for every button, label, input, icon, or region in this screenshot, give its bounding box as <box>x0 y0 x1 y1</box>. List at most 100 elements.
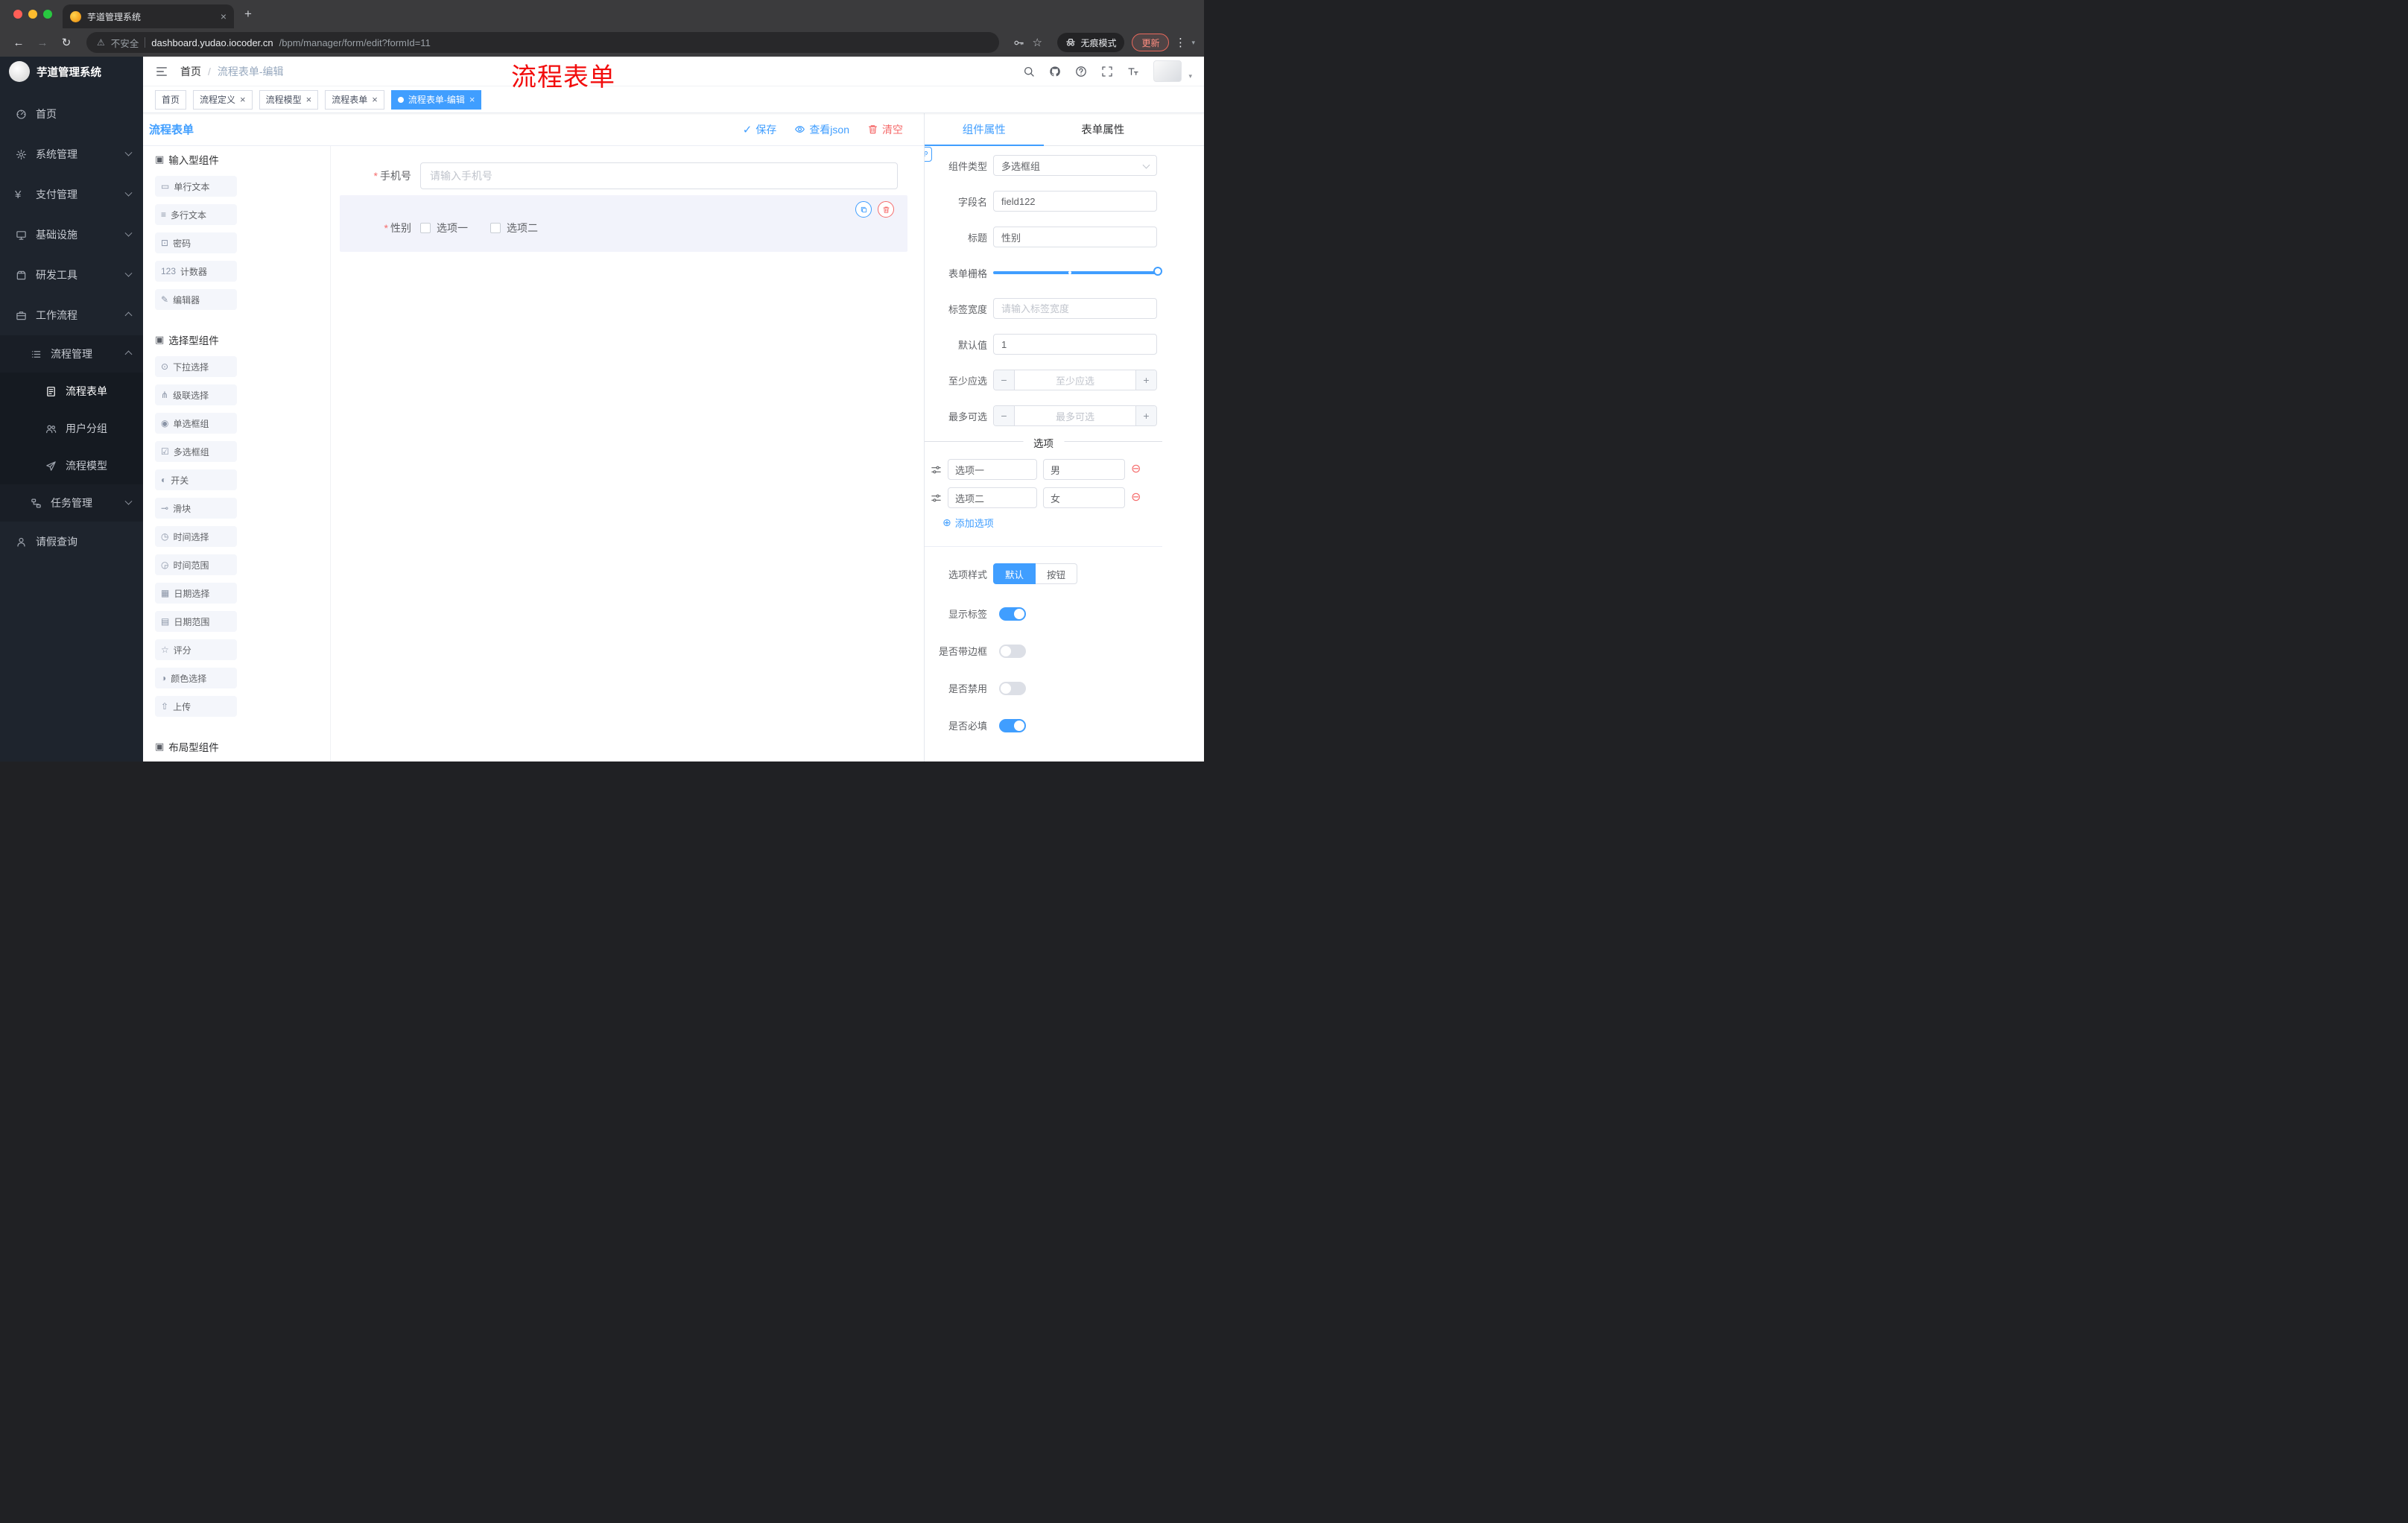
reload-button[interactable]: ↻ <box>57 36 76 49</box>
palette-item-time-range[interactable]: ◶ 时间范围 <box>155 554 237 575</box>
gender-option-1[interactable]: 选项一 <box>420 221 468 235</box>
component-type-select[interactable] <box>993 155 1157 176</box>
copy-component-button[interactable] <box>855 201 872 218</box>
tag-process-form-edit[interactable]: 流程表单-编辑 × <box>390 89 482 110</box>
avatar-caret-icon[interactable]: ▾ <box>1188 72 1192 82</box>
profile-caret-icon[interactable]: ▾ <box>1191 39 1195 47</box>
slider-handle[interactable] <box>1153 267 1162 276</box>
show-label-toggle[interactable] <box>999 607 1026 621</box>
slider-track[interactable] <box>993 267 1162 276</box>
forward-button[interactable]: → <box>33 37 52 49</box>
sidebar-item-process-model[interactable]: 流程模型 <box>0 447 143 484</box>
view-json-button[interactable]: 查看json <box>794 122 849 137</box>
address-bar[interactable]: ⚠ 不安全 dashboard.yudao.iocoder.cn/bpm/man… <box>86 32 1000 53</box>
palette-item-rate[interactable]: ☆ 评分 <box>155 639 237 660</box>
remove-option-icon[interactable]: ⊖ <box>1131 463 1141 475</box>
palette-item-slider[interactable]: ⊸ 滑块 <box>155 498 237 519</box>
help-icon[interactable] <box>1075 66 1087 77</box>
style-button-button[interactable]: 按钮 <box>1036 563 1078 584</box>
field-name-input[interactable] <box>993 191 1157 212</box>
browser-tab[interactable]: 芋道管理系统 × <box>63 4 234 28</box>
github-icon[interactable] <box>1049 66 1061 77</box>
palette-item-password[interactable]: ⊡ 密码 <box>155 232 237 253</box>
tab-close-icon[interactable]: × <box>221 10 226 22</box>
palette-item-radio-group[interactable]: ◉ 单选框组 <box>155 413 237 434</box>
canvas-field-phone[interactable]: 手机号 <box>331 162 898 189</box>
link-icon[interactable] <box>925 147 932 162</box>
tag-close-icon[interactable]: × <box>306 94 312 105</box>
sidebar-item-process-management[interactable]: 流程管理 <box>0 335 143 373</box>
sidebar-logo[interactable]: 芋道管理系统 <box>0 57 143 86</box>
tag-home[interactable]: 首页 <box>155 89 187 110</box>
clear-button[interactable]: 清空 <box>867 122 903 137</box>
option-name-input[interactable] <box>948 459 1037 480</box>
bordered-toggle[interactable] <box>999 644 1026 658</box>
remove-option-icon[interactable]: ⊖ <box>1131 492 1141 504</box>
tag-close-icon[interactable]: × <box>372 94 378 105</box>
palette-item-single-text[interactable]: ▭ 单行文本 <box>155 176 237 197</box>
tag-process-definition[interactable]: 流程定义 × <box>193 89 253 110</box>
sidebar-item-process-form[interactable]: 流程表单 <box>0 373 143 410</box>
sidebar-toggle-icon[interactable] <box>155 65 168 78</box>
sidebar-item-user-group[interactable]: 用户分组 <box>0 410 143 447</box>
option-value-input[interactable] <box>1043 459 1125 480</box>
sidebar-item-devtools[interactable]: 研发工具 <box>0 255 143 295</box>
sidebar-item-infra[interactable]: 基础设施 <box>0 215 143 255</box>
palette-item-select[interactable]: ⊙ 下拉选择 <box>155 356 237 377</box>
tab-form-props[interactable]: 表单属性 <box>1044 113 1163 145</box>
back-button[interactable]: ← <box>9 37 28 49</box>
grid-slider[interactable] <box>993 262 1162 283</box>
palette-item-textarea[interactable]: ≡ 多行文本 <box>155 204 237 225</box>
gender-option-2[interactable]: 选项二 <box>490 221 538 235</box>
tag-process-model[interactable]: 流程模型 × <box>259 89 319 110</box>
decrease-button[interactable]: − <box>994 406 1015 425</box>
palette-item-checkbox-group[interactable]: ☑ 多选框组 <box>155 441 237 462</box>
chrome-update-button[interactable]: 更新 <box>1132 34 1170 51</box>
palette-item-upload[interactable]: ⇧ 上传 <box>155 696 237 717</box>
max-select-value[interactable]: 最多可选 <box>1015 406 1135 425</box>
browser-menu-icon[interactable]: ⋮ <box>1173 36 1187 49</box>
window-zoom-button[interactable] <box>43 10 52 19</box>
label-width-input[interactable] <box>993 298 1157 319</box>
fullscreen-icon[interactable] <box>1101 66 1113 77</box>
add-option-button[interactable]: ⊕ 添加选项 <box>942 516 1162 530</box>
increase-button[interactable]: + <box>1135 406 1156 425</box>
sidebar-item-workflow[interactable]: 工作流程 <box>0 295 143 335</box>
decrease-button[interactable]: − <box>994 370 1015 390</box>
tag-close-icon[interactable]: × <box>469 94 475 105</box>
window-close-button[interactable] <box>13 10 22 19</box>
font-size-icon[interactable] <box>1127 66 1139 77</box>
default-value-input[interactable] <box>993 334 1157 355</box>
style-default-button[interactable]: 默认 <box>993 563 1036 584</box>
sidebar-item-task-management[interactable]: 任务管理 <box>0 484 143 522</box>
password-manager-icon[interactable] <box>1010 37 1027 48</box>
increase-button[interactable]: + <box>1135 370 1156 390</box>
save-button[interactable]: ✓ 保存 <box>743 122 777 137</box>
search-icon[interactable] <box>1023 66 1035 77</box>
palette-item-editor[interactable]: ✎ 编辑器 <box>155 289 237 310</box>
palette-item-switch[interactable]: ◐ 开关 <box>155 469 237 490</box>
tab-component-props[interactable]: 组件属性 <box>925 113 1044 146</box>
disabled-toggle[interactable] <box>999 681 1026 695</box>
sidebar-item-payment[interactable]: ¥ 支付管理 <box>0 174 143 215</box>
bookmark-star-icon[interactable]: ☆ <box>1032 36 1050 49</box>
phone-input[interactable] <box>420 162 898 189</box>
checkbox-icon[interactable] <box>420 223 431 233</box>
breadcrumb-home[interactable]: 首页 <box>180 64 201 79</box>
title-input[interactable] <box>993 227 1157 247</box>
sidebar-item-leave-query[interactable]: 请假查询 <box>0 522 143 562</box>
option-value-input[interactable] <box>1043 487 1125 508</box>
palette-item-color-picker[interactable]: ◑ 颜色选择 <box>155 668 237 688</box>
palette-item-date-range[interactable]: ▤ 日期范围 <box>155 611 237 632</box>
palette-item-date-picker[interactable]: ▦ 日期选择 <box>155 583 237 604</box>
user-avatar[interactable] <box>1153 60 1182 82</box>
checkbox-icon[interactable] <box>490 223 501 233</box>
delete-component-button[interactable] <box>878 201 894 218</box>
min-select-value[interactable]: 至少应选 <box>1015 370 1135 390</box>
new-tab-button[interactable]: + <box>244 7 252 22</box>
option-name-input[interactable] <box>948 487 1037 508</box>
palette-item-cascader[interactable]: ⋔ 级联选择 <box>155 384 237 405</box>
drag-handle-icon[interactable] <box>931 493 942 504</box>
sidebar-item-home[interactable]: 首页 <box>0 94 143 134</box>
sidebar-item-system[interactable]: 系统管理 <box>0 134 143 174</box>
